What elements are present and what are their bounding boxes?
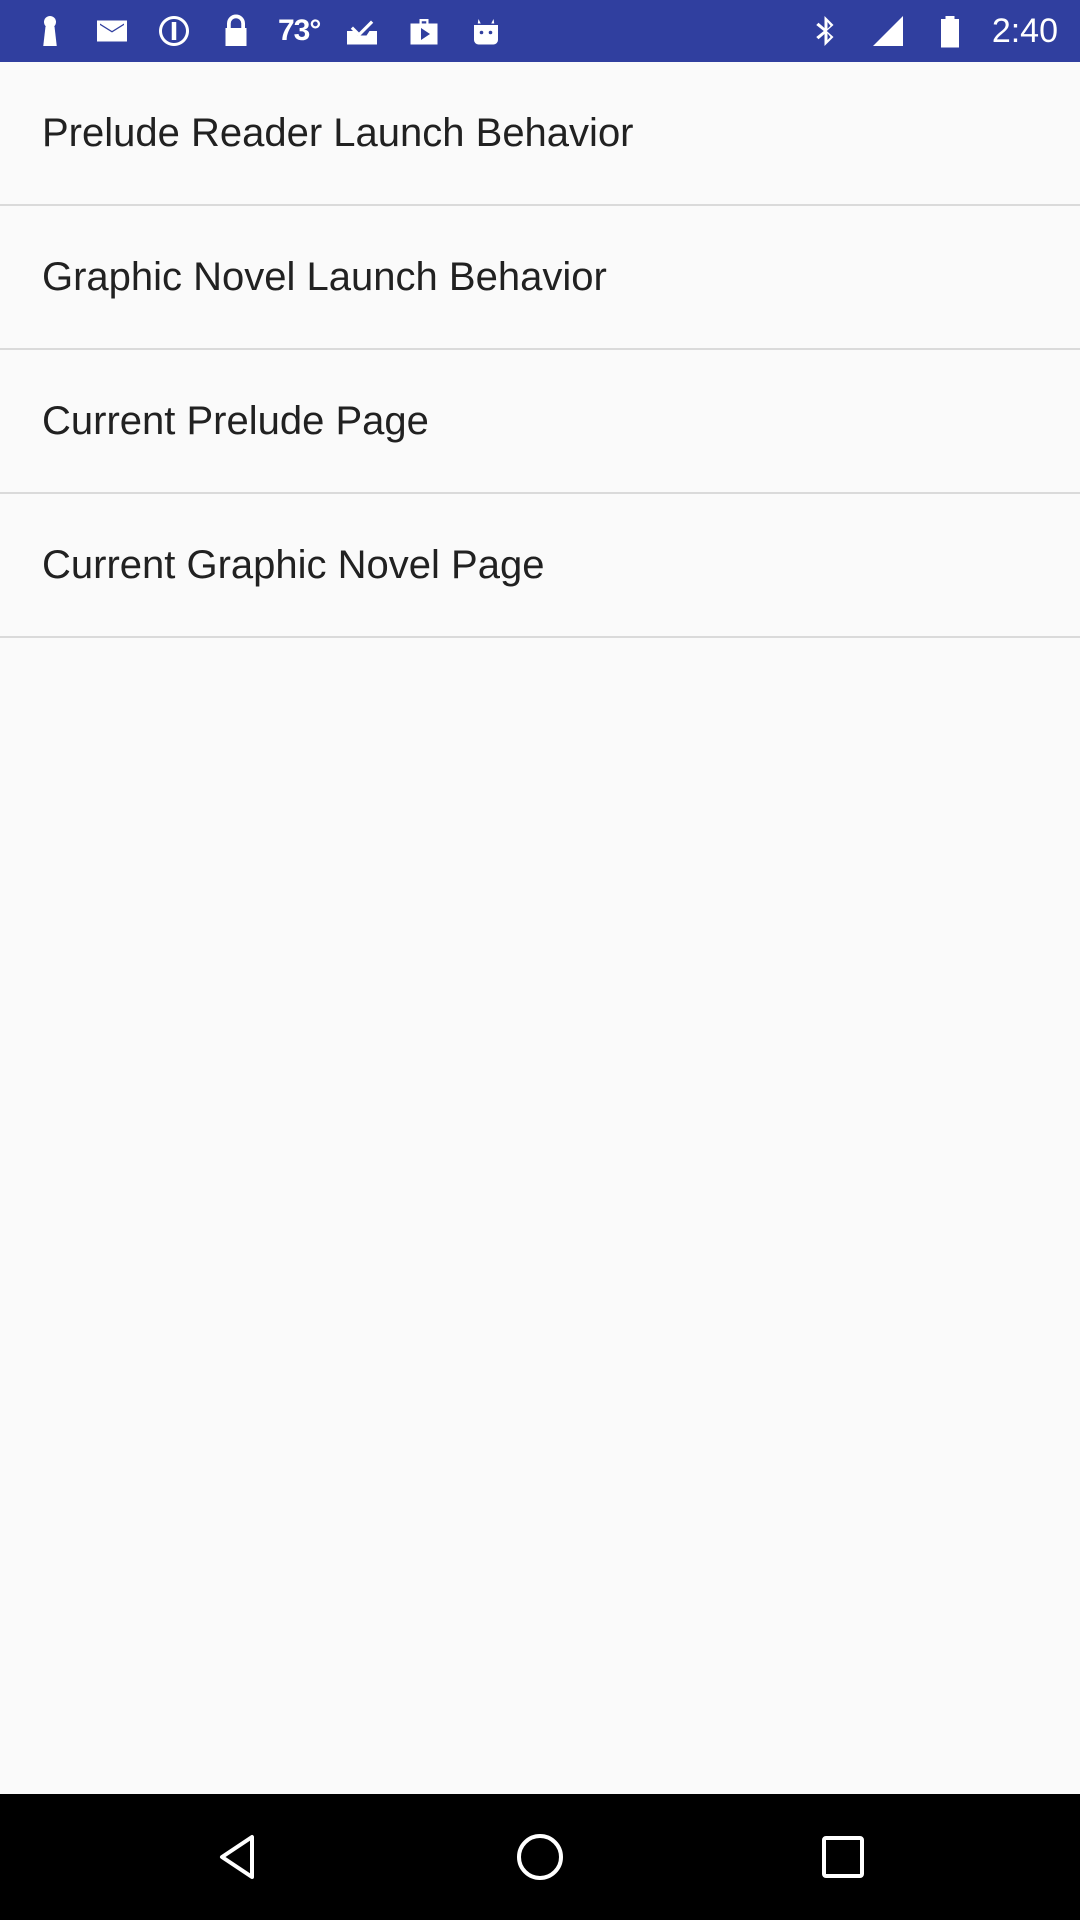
setting-label: Current Prelude Page (42, 398, 429, 443)
tray-check-icon (342, 11, 382, 51)
temperature-label: 73° (278, 14, 321, 47)
setting-graphic-novel-launch-behavior[interactable]: Graphic Novel Launch Behavior (0, 206, 1080, 350)
clock-label: 2:40 (991, 11, 1058, 50)
setting-prelude-reader-launch-behavior[interactable]: Prelude Reader Launch Behavior (0, 62, 1080, 206)
signal-icon (868, 11, 908, 51)
lock-icon (216, 11, 256, 51)
settings-list: Prelude Reader Launch Behavior Graphic N… (0, 62, 1080, 638)
back-icon[interactable] (210, 1827, 270, 1887)
setting-current-prelude-page[interactable]: Current Prelude Page (0, 350, 1080, 494)
battery-icon (930, 11, 970, 51)
status-left-icons: 73° (30, 0, 506, 62)
mail-icon (92, 11, 132, 51)
info-icon (154, 11, 194, 51)
bluetooth-icon (806, 11, 846, 51)
navigation-bar (0, 1794, 1080, 1920)
keyhole-icon (30, 11, 70, 51)
setting-label: Prelude Reader Launch Behavior (42, 110, 634, 155)
setting-label: Current Graphic Novel Page (42, 542, 545, 587)
setting-current-graphic-novel-page[interactable]: Current Graphic Novel Page (0, 494, 1080, 638)
home-icon[interactable] (510, 1827, 570, 1887)
play-bag-icon (404, 11, 444, 51)
status-right-icons: 2:40 (806, 0, 1058, 62)
setting-label: Graphic Novel Launch Behavior (42, 254, 607, 299)
status-bar: 73° 2:40 (0, 0, 1080, 62)
android-icon (466, 11, 506, 51)
recents-icon[interactable] (813, 1827, 873, 1887)
